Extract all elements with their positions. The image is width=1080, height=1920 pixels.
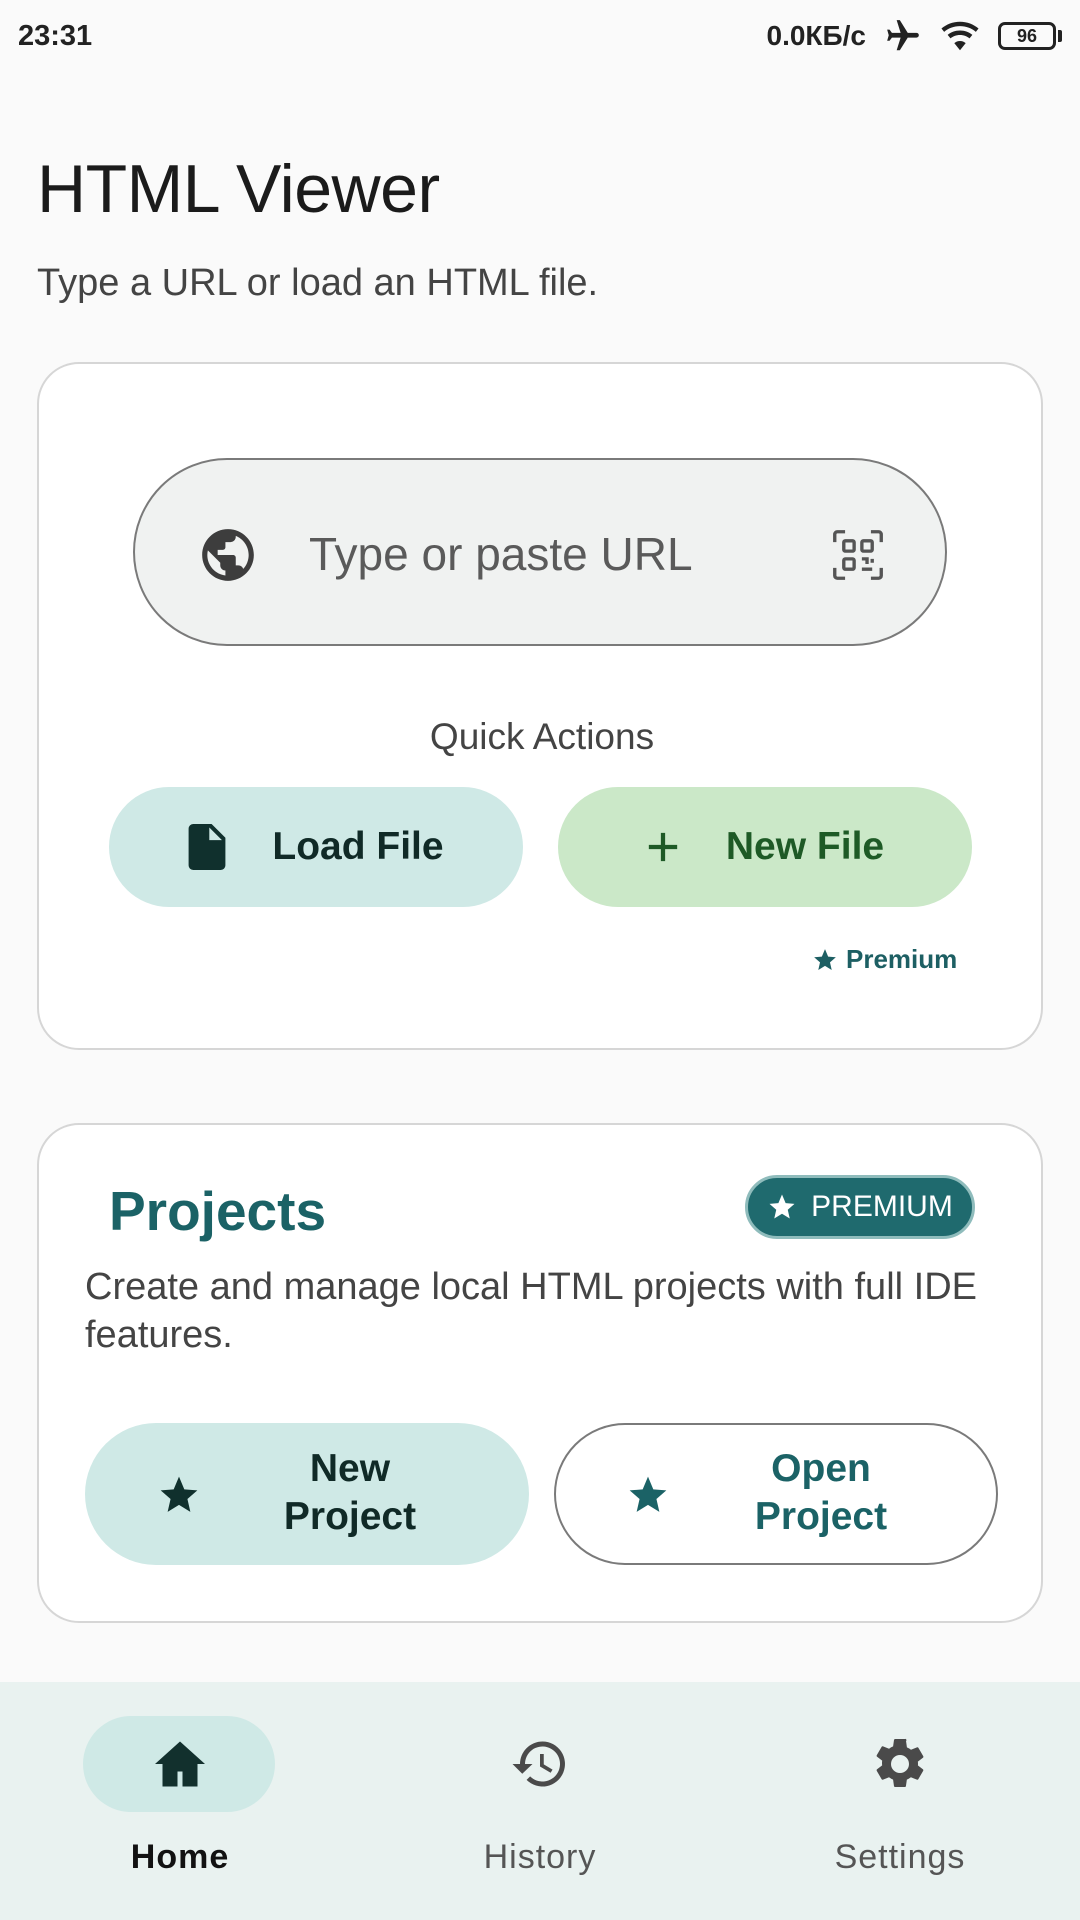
history-icon: [512, 1741, 565, 1787]
gear-icon: [876, 1738, 924, 1787]
bottom-navigation: Home History Settings: [0, 1682, 1080, 1920]
projects-card: Projects PREMIUM Create and manage local…: [37, 1123, 1043, 1623]
plus-icon: [648, 832, 678, 862]
status-time: 23:31: [18, 19, 93, 52]
load-file-button[interactable]: Load File: [109, 787, 523, 907]
globe-icon: [202, 529, 254, 581]
star-icon: [629, 1476, 667, 1512]
url-field[interactable]: [133, 458, 947, 646]
projects-description: Create and manage local HTML projects wi…: [85, 1266, 977, 1356]
star-icon: [769, 1194, 795, 1219]
new-file-button[interactable]: New File: [558, 787, 972, 907]
airplane-mode-icon: [887, 20, 919, 51]
url-input[interactable]: [309, 514, 789, 594]
load-file-label: Load File: [272, 825, 444, 868]
projects-title: Projects: [109, 1180, 327, 1242]
nav-label-history: History: [483, 1838, 597, 1876]
file-icon: [189, 824, 226, 870]
status-bar: 23:31 0.0КБ/с 96: [0, 0, 1080, 72]
nav-item-settings[interactable]: Settings: [720, 1682, 1080, 1920]
premium-badge-label: PREMIUM: [811, 1190, 953, 1223]
status-icons: 0.0КБ/с 96: [766, 17, 1062, 55]
page-title: HTML Viewer: [37, 151, 440, 227]
open-project-label: Open Project: [754, 1447, 888, 1538]
new-project-label: New Project: [283, 1447, 417, 1538]
star-icon: [814, 948, 836, 970]
nav-item-home[interactable]: Home: [0, 1682, 360, 1920]
battery-level: 96: [998, 22, 1056, 50]
nav-label-home: Home: [130, 1838, 230, 1876]
home-icon: [155, 1741, 205, 1787]
wifi-icon: [941, 21, 979, 51]
nav-item-history[interactable]: History: [360, 1682, 720, 1920]
premium-note-label: Premium: [846, 944, 958, 974]
new-project-button[interactable]: New Project: [85, 1423, 529, 1565]
premium-badge: PREMIUM: [745, 1175, 975, 1239]
network-speed: 0.0КБ/с: [766, 20, 867, 51]
new-file-label: New File: [725, 825, 885, 868]
nav-label-settings: Settings: [834, 1838, 966, 1876]
star-icon: [160, 1476, 198, 1512]
page-subtitle: Type a URL or load an HTML file.: [37, 262, 599, 304]
quick-actions-label: Quick Actions: [429, 716, 655, 757]
open-project-button[interactable]: Open Project: [554, 1423, 998, 1565]
url-card: Quick Actions Load File New File Premium: [37, 362, 1043, 1050]
premium-note: Premium: [812, 944, 957, 975]
qr-scan-icon[interactable]: [827, 524, 889, 586]
battery-icon: 96: [998, 22, 1062, 50]
